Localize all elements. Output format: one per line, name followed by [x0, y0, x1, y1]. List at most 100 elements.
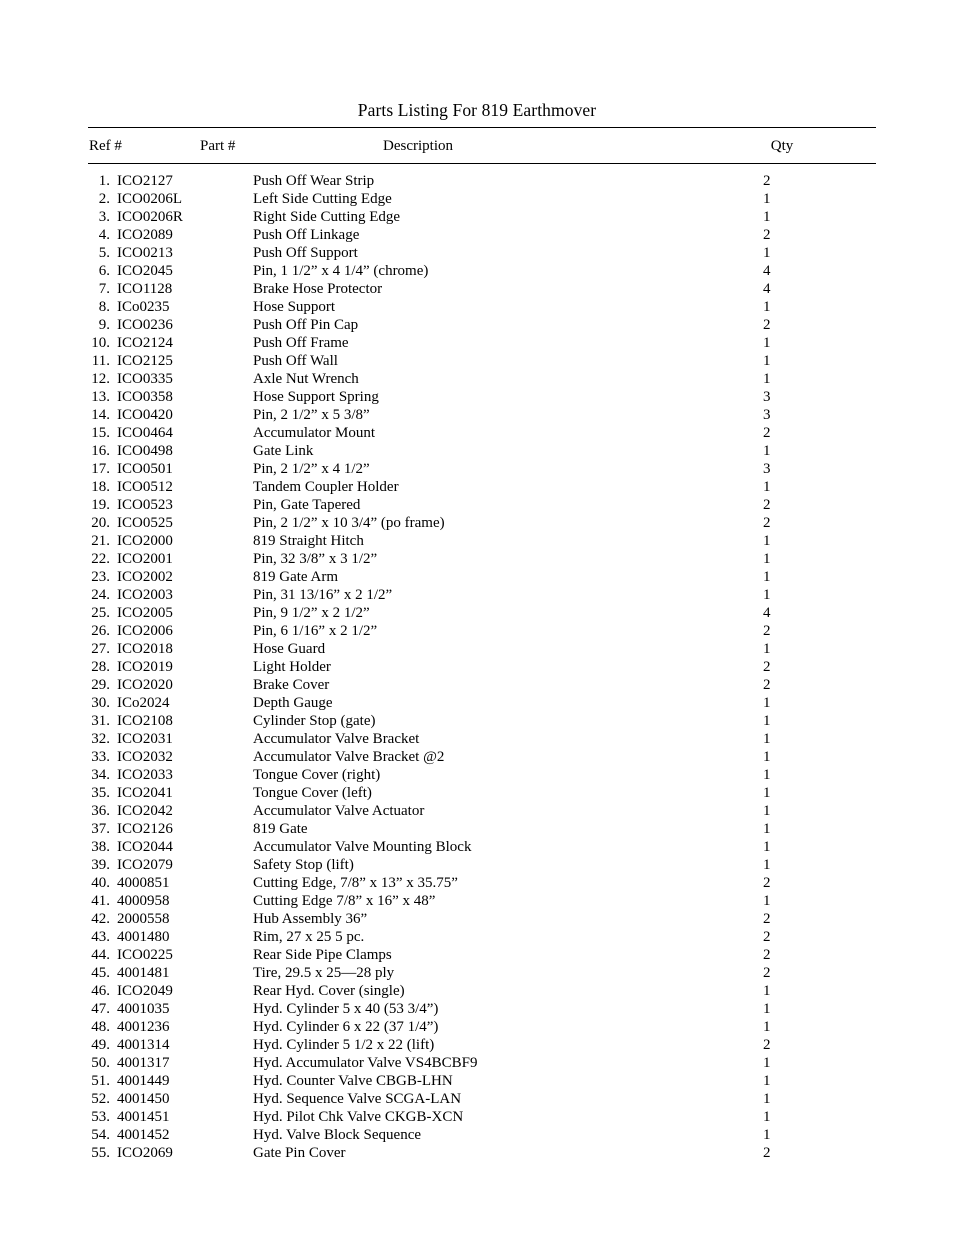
table-row: 19. ICO0523 Pin, Gate Tapered 2: [88, 496, 876, 514]
row-part-number: ICo0235: [117, 299, 170, 315]
row-description: Accumulator Valve Mounting Block: [253, 839, 472, 855]
row-quantity: 1: [763, 533, 771, 549]
row-quantity: 1: [763, 1109, 771, 1125]
row-part-number: ICO0236: [117, 317, 173, 333]
table-row: 55. ICO2069 Gate Pin Cover 2: [88, 1144, 876, 1162]
row-part-number: 4001236: [117, 1019, 170, 1035]
row-ref-number: 33.: [91, 749, 110, 765]
table-row: 52. 4001450 Hyd. Sequence Valve SCGA-LAN 1: [88, 1090, 876, 1108]
row-part-number: ICO2042: [117, 803, 173, 819]
row-ref-number: 6.: [98, 263, 110, 279]
row-quantity: 1: [763, 1001, 771, 1017]
row-part-number: 4001450: [117, 1091, 170, 1107]
row-quantity: 4: [763, 605, 771, 621]
table-row: 39. ICO2079 Safety Stop (lift) 1: [88, 856, 876, 874]
row-description: Depth Gauge: [253, 695, 333, 711]
row-ref-number: 47.: [91, 1001, 110, 1017]
row-part-number: ICO2044: [117, 839, 173, 855]
row-description: Cutting Edge, 7/8” x 13” x 35.75”: [253, 875, 458, 891]
row-part-number: ICO2000: [117, 533, 173, 549]
table-row: 44. ICO0225 Rear Side Pipe Clamps 2: [88, 946, 876, 964]
row-part-number: ICO2089: [117, 227, 173, 243]
row-description: Tandem Coupler Holder: [253, 479, 399, 495]
row-part-number: ICO2003: [117, 587, 173, 603]
row-quantity: 2: [763, 227, 771, 243]
table-row: 15. ICO0464 Accumulator Mount 2: [88, 424, 876, 442]
table-row: 9. ICO0236 Push Off Pin Cap 2: [88, 316, 876, 334]
row-description: Tire, 29.5 x 25—28 ply: [253, 965, 395, 981]
page-title: Parts Listing For 819 Earthmover: [357, 99, 597, 120]
row-part-number: ICO1128: [117, 281, 173, 297]
row-description: Cylinder Stop (gate): [253, 713, 376, 729]
row-quantity: 1: [763, 479, 771, 495]
table-row: 1. ICO2127 Push Off Wear Strip 2: [88, 172, 876, 190]
row-description: 819 Gate Arm: [253, 569, 338, 585]
row-ref-number: 5.: [98, 245, 110, 261]
row-part-number: ICo2024: [117, 695, 170, 711]
row-description: Push Off Linkage: [253, 227, 360, 243]
row-ref-number: 30.: [91, 695, 110, 711]
row-ref-number: 45.: [91, 965, 110, 981]
row-ref-number: 41.: [91, 893, 110, 909]
row-quantity: 2: [763, 497, 771, 513]
row-ref-number: 27.: [91, 641, 110, 657]
table-row: 28. ICO2019 Light Holder 2: [88, 658, 876, 676]
row-ref-number: 34.: [91, 767, 110, 783]
row-description: Accumulator Mount: [253, 425, 376, 441]
row-quantity: 1: [763, 1019, 771, 1035]
table-row: 10. ICO2124 Push Off Frame 1: [88, 334, 876, 352]
row-description: Safety Stop (lift): [253, 857, 354, 873]
table-row: 47. 4001035 Hyd. Cylinder 5 x 40 (53 3/4”)…: [88, 1000, 876, 1018]
row-description: Gate Pin Cover: [253, 1145, 346, 1161]
row-description: Hose Support: [253, 299, 336, 315]
row-part-number: ICO0498: [117, 443, 173, 459]
table-row: 16. ICO0498 Gate Link 1: [88, 442, 876, 460]
row-ref-number: 20.: [91, 515, 110, 531]
row-quantity: 3: [763, 461, 771, 477]
row-part-number: ICO2020: [117, 677, 173, 693]
table-row: 12. ICO0335 Axle Nut Wrench 1: [88, 370, 876, 388]
row-part-number: ICO0501: [117, 461, 173, 477]
row-ref-number: 40.: [91, 875, 110, 891]
row-ref-number: 13.: [91, 389, 110, 405]
table-row: 22. ICO2001 Pin, 32 3/8” x 3 1/2” 1: [88, 550, 876, 568]
row-description: Pin, 1 1/2” x 4 1/4” (chrome): [253, 263, 429, 279]
row-ref-number: 46.: [91, 983, 110, 999]
table-row: 50. 4001317 Hyd. Accumulator Valve VS4BCBF…: [88, 1054, 876, 1072]
row-description: Push Off Wear Strip: [253, 173, 375, 189]
table-row: 46. ICO2049 Rear Hyd. Cover (single) 1: [88, 982, 876, 1000]
row-ref-number: 53.: [91, 1109, 110, 1125]
row-part-number: 4000851: [117, 875, 170, 891]
row-part-number: ICO2041: [117, 785, 173, 801]
row-part-number: 4001452: [117, 1127, 170, 1143]
row-ref-number: 35.: [91, 785, 110, 801]
table-row: 29. ICO2020 Brake Cover 2: [88, 676, 876, 694]
row-part-number: ICO2006: [117, 623, 173, 639]
row-ref-number: 10.: [91, 335, 110, 351]
row-description: Accumulator Valve Actuator: [253, 803, 425, 819]
row-quantity: 1: [763, 551, 771, 567]
row-quantity: 2: [763, 965, 771, 981]
row-part-number: ICO0525: [117, 515, 173, 531]
row-description: Pin, 6 1/16” x 2 1/2”: [253, 623, 378, 639]
row-quantity: 2: [763, 515, 771, 531]
table-body: 1. ICO2127 Push Off Wear Strip 2 2. ICO0206L L…: [88, 164, 876, 1162]
row-quantity: 1: [763, 821, 771, 837]
row-description: Hyd. Sequence Valve SCGA-LAN: [253, 1091, 462, 1107]
table-header-row: Ref # Part # Description Qty: [88, 128, 876, 163]
row-ref-number: 9.: [98, 317, 110, 333]
row-part-number: ICO0358: [117, 389, 173, 405]
row-ref-number: 32.: [91, 731, 110, 747]
row-description: Axle Nut Wrench: [253, 371, 359, 387]
table-row: 53. 4001451 Hyd. Pilot Chk Valve CKGB-XCN 1: [88, 1108, 876, 1126]
row-part-number: ICO2001: [117, 551, 173, 567]
row-part-number: ICO0213: [117, 245, 173, 261]
row-quantity: 1: [763, 1055, 771, 1071]
row-quantity: 1: [763, 893, 771, 909]
row-quantity: 1: [763, 1073, 771, 1089]
row-ref-number: 4.: [98, 227, 110, 243]
row-ref-number: 31.: [91, 713, 110, 729]
row-quantity: 1: [763, 839, 771, 855]
row-part-number: ICO0225: [117, 947, 173, 963]
table-row: 25. ICO2005 Pin, 9 1/2” x 2 1/2” 4: [88, 604, 876, 622]
